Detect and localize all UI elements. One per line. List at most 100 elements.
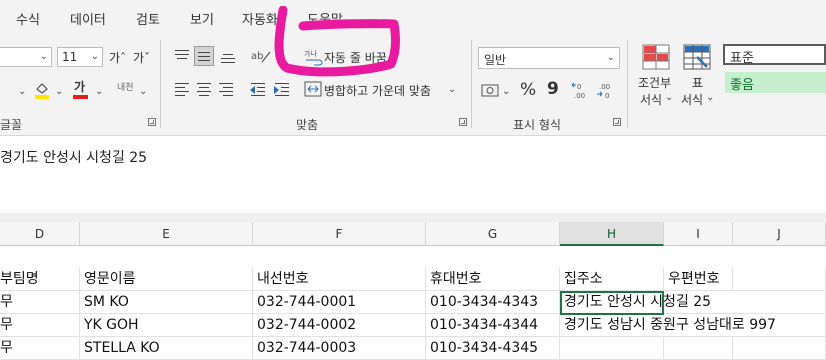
table-cell[interactable]: 032-744-0001 <box>253 291 426 314</box>
number-format-value: 일반 <box>484 53 507 67</box>
increase-font-size-button[interactable]: 가ˆ <box>109 49 126 66</box>
decrease-decimal-button[interactable]: .00 0 <box>597 80 617 100</box>
chevron-down-icon: ⌄ <box>90 51 99 62</box>
chevron-down-icon: ⌄ <box>706 92 715 103</box>
table-cell[interactable]: 032-744-0002 <box>253 314 426 337</box>
format-as-table-label: 표 <box>692 76 704 90</box>
format-as-table-button[interactable]: 표 서식 ⌄ <box>680 42 716 112</box>
svg-text:ab: ab <box>251 51 263 62</box>
table-cell[interactable]: YK GOH <box>80 314 253 337</box>
table-cell[interactable]: SM KO <box>80 291 253 314</box>
sheet-divider <box>0 213 826 222</box>
chevron-down-icon: ⌄ <box>39 51 48 62</box>
alignment-dialog-launcher-icon[interactable] <box>459 118 467 126</box>
fill-color-button[interactable] <box>34 80 50 100</box>
column-header-d[interactable]: D <box>0 222 80 246</box>
formula-bar[interactable]: 경기도 안성시 시청길 25 <box>0 137 826 213</box>
number-group-label: 표시 형식 <box>513 118 561 132</box>
font-size-value: 11 <box>62 50 78 64</box>
table-cell[interactable]: 010-3434-4345 <box>426 337 560 360</box>
style-normal-label: 표준 <box>730 51 754 66</box>
chevron-down-icon[interactable]: ⌄ <box>95 86 103 97</box>
decrease-font-size-button[interactable]: 가ˇ <box>133 49 150 66</box>
font-dialog-launcher-icon[interactable] <box>148 118 156 126</box>
tab-formulas[interactable]: 수식 <box>16 9 40 28</box>
active-cell-selection <box>560 291 664 315</box>
column-header-f[interactable]: F <box>253 222 426 246</box>
column-header-j[interactable]: J <box>733 222 826 246</box>
table-cell[interactable] <box>733 314 826 337</box>
font-name-dropdown[interactable]: ⌄ <box>0 47 52 67</box>
divider <box>160 40 161 128</box>
accounting-format-button[interactable] <box>481 82 501 100</box>
formula-bar-content: 경기도 안성시 시청길 25 <box>0 150 148 166</box>
comma-style-button[interactable]: 9 <box>547 79 559 99</box>
style-good-label: 좋음 <box>730 78 754 93</box>
style-normal[interactable]: 표준 <box>723 44 826 66</box>
chevron-down-icon[interactable]: ⌄ <box>18 86 26 97</box>
align-middle-button[interactable] <box>194 46 214 66</box>
align-bottom-button[interactable] <box>218 46 238 66</box>
conditional-formatting-icon <box>642 44 670 70</box>
chevron-down-icon[interactable]: ⌄ <box>502 86 510 97</box>
chevron-down-icon: ⌄ <box>606 52 615 63</box>
conditional-formatting-label-2: 서식 <box>640 93 663 107</box>
arrow-left-icon <box>250 86 255 94</box>
tab-view[interactable]: 보기 <box>190 9 214 28</box>
conditional-formatting-button[interactable]: 조건부 서식 ⌄ <box>638 42 676 112</box>
cell-header-d[interactable]: 부팀명 <box>0 268 80 291</box>
font-color-label: 가 <box>74 80 86 94</box>
table-cell[interactable]: 032-744-0003 <box>253 337 426 360</box>
percent-style-button[interactable]: % <box>520 80 536 100</box>
table-icon <box>683 44 711 70</box>
table-cell[interactable] <box>560 337 664 360</box>
cell-header-e[interactable]: 영문이름 <box>80 268 253 291</box>
tab-review[interactable]: 검토 <box>136 9 160 28</box>
font-color-swatch <box>73 95 88 99</box>
table-cell[interactable]: 무 <box>0 291 80 314</box>
cell-header-f[interactable]: 내선번호 <box>253 268 426 291</box>
chevron-down-icon[interactable]: ⌄ <box>139 86 147 97</box>
column-header-g[interactable]: G <box>426 222 560 246</box>
alignment-group-label: 맞춤 <box>296 118 319 132</box>
table-cell[interactable] <box>664 314 733 337</box>
svg-text:.00: .00 <box>599 83 610 91</box>
tab-data[interactable]: 데이터 <box>70 9 106 28</box>
column-header-h[interactable]: H <box>560 222 664 246</box>
align-left-button[interactable] <box>172 80 192 100</box>
table-cell[interactable] <box>733 337 826 360</box>
increase-decimal-button[interactable]: 0 .00 <box>571 80 592 100</box>
number-format-dropdown[interactable]: 일반 ⌄ <box>478 47 620 69</box>
table-cell[interactable]: 무 <box>0 337 80 360</box>
table-cell[interactable] <box>664 337 733 360</box>
svg-text:0: 0 <box>605 92 609 100</box>
cell-header-h[interactable]: 집주소 <box>560 268 664 291</box>
table-cell[interactable]: 경기도 성남시 중원구 성남대로 997 <box>560 314 776 337</box>
cell-header-i[interactable]: 우편번호 <box>664 268 733 291</box>
table-cell[interactable] <box>733 291 826 314</box>
table-cell[interactable]: 010-3434-4344 <box>426 314 560 337</box>
chevron-down-icon[interactable]: ⌄ <box>55 86 63 97</box>
phonetic-guide-button[interactable]: 내천 <box>117 80 134 93</box>
table-cell[interactable]: 010-3434-4343 <box>426 291 560 314</box>
svg-text:0: 0 <box>577 83 581 91</box>
cell-header-g[interactable]: 휴대번호 <box>426 268 560 291</box>
ribbon-tab-bar: 수식 데이터 검토 보기 자동화 도움말 <box>0 0 826 34</box>
number-dialog-launcher-icon[interactable] <box>613 118 621 126</box>
table-cell[interactable] <box>664 291 733 314</box>
font-color-button[interactable]: 가 <box>72 78 90 100</box>
column-header-i[interactable]: I <box>664 222 733 246</box>
chevron-down-icon[interactable]: ⌄ <box>448 84 456 95</box>
divider <box>471 40 472 128</box>
align-top-button[interactable] <box>172 46 192 66</box>
table-cell[interactable]: 무 <box>0 314 80 337</box>
style-good[interactable]: 좋음 <box>725 72 826 93</box>
align-right-button[interactable] <box>216 80 236 100</box>
font-group-label: 글꼴 <box>0 118 23 132</box>
align-center-button[interactable] <box>194 80 214 100</box>
cell-header-j[interactable] <box>733 268 826 291</box>
column-header-e[interactable]: E <box>80 222 253 246</box>
conditional-formatting-label: 조건부 <box>638 76 672 90</box>
font-size-dropdown[interactable]: 11 ⌄ <box>57 47 103 67</box>
table-cell[interactable]: STELLA KO <box>80 337 253 360</box>
